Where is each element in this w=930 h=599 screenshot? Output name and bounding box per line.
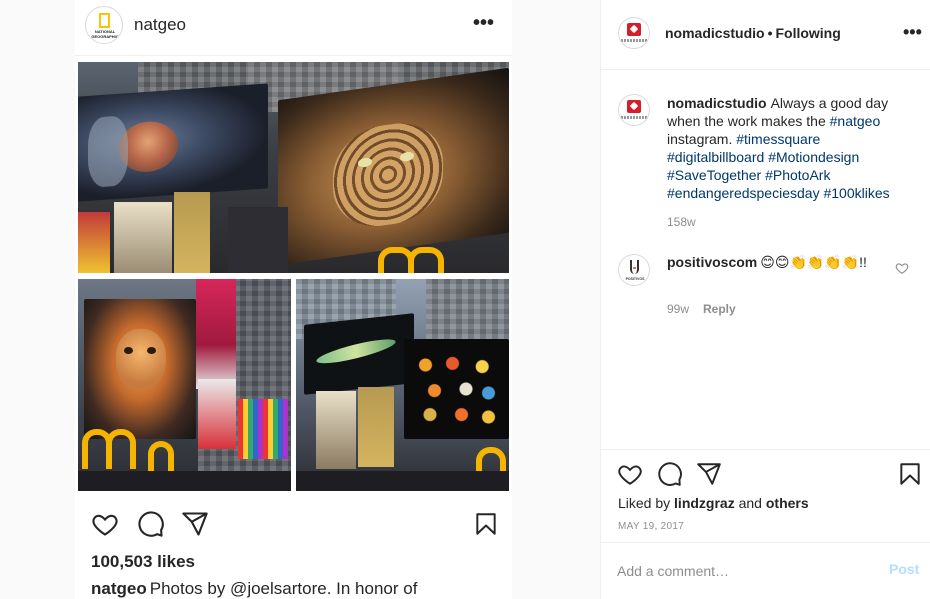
collage-tile-bottom-left xyxy=(78,279,291,491)
liked-by-and: and xyxy=(738,495,762,511)
caption-avatar[interactable] xyxy=(618,94,650,126)
comment-timestamp[interactable]: 99w xyxy=(667,302,689,316)
nomadic-logo-text xyxy=(621,116,649,119)
hashtag-link[interactable]: #100klikes xyxy=(823,185,889,201)
embedded-comment-icon xyxy=(138,511,164,537)
leopard-cat-screen xyxy=(278,67,509,266)
post-media[interactable]: NATIONAL GEOGRAPHIC natgeo ••• 100,503 l… xyxy=(0,0,600,599)
embedded-username: natgeo xyxy=(134,15,186,34)
liked-by-others-link[interactable]: others xyxy=(766,495,809,511)
caption-text: nomadicstudio Always a good day when the … xyxy=(667,94,917,202)
liked-by-line: Liked by lindzgraz and others xyxy=(618,495,809,511)
poster-left xyxy=(78,212,110,273)
dark-sign xyxy=(228,207,288,273)
monkey-screen xyxy=(78,83,268,202)
poster-bronx-tale-title xyxy=(358,387,394,467)
mcdonalds-arch xyxy=(106,429,136,469)
embedded-bookmark-icon xyxy=(476,513,496,535)
hashtag-link[interactable]: #endangeredspeciesday xyxy=(667,185,820,201)
pink-billboard xyxy=(196,279,236,389)
comment-like-heart-icon[interactable] xyxy=(895,261,909,275)
embedded-action-bar xyxy=(75,505,512,545)
comment-text: positivoscom 😊😊👏👏👏👏!! xyxy=(667,253,887,271)
natgeo-logo-text: NATIONAL GEOGRAPHIC xyxy=(91,29,119,39)
natgeo-logo-icon xyxy=(99,13,110,28)
comment-icon[interactable] xyxy=(657,461,683,487)
hashtag-link[interactable]: #digitalbillboard xyxy=(667,149,764,165)
embedded-heart-icon xyxy=(92,514,118,536)
positivos-logo-text: POSITIVOS xyxy=(625,277,645,281)
liked-by-prefix: Liked by xyxy=(618,495,671,511)
following-button[interactable]: Following xyxy=(775,25,840,41)
express-sign xyxy=(198,379,236,449)
hashtag-link[interactable]: #timessquare xyxy=(736,131,820,147)
nomadic-logo-icon xyxy=(627,100,641,113)
post-date[interactable]: MAY 19, 2017 xyxy=(618,521,684,532)
embedded-share-icon xyxy=(182,512,208,536)
commenter-avatar[interactable]: POSITIVOS xyxy=(618,254,650,286)
collage-tile-bottom-right xyxy=(296,279,509,491)
leopard-cat-face xyxy=(333,117,443,233)
colorful-banner xyxy=(238,399,288,459)
add-comment-section: Post xyxy=(601,542,930,599)
poster-bronx-tale-portrait xyxy=(114,202,172,273)
positivos-logo-icon xyxy=(630,260,639,274)
comment-body: 😊😊👏👏👏👏!! xyxy=(760,254,867,270)
langur-screen xyxy=(84,299,196,439)
comment-meta: 99w Reply xyxy=(667,302,736,316)
author-username-link[interactable]: nomadicstudio xyxy=(665,25,765,41)
nomadic-logo-text xyxy=(621,39,649,42)
street-level xyxy=(296,471,509,491)
add-comment-input[interactable] xyxy=(617,557,877,585)
lizard-screen xyxy=(304,313,414,395)
hashtag-link[interactable]: #Motiondesign xyxy=(768,149,859,165)
hashtag-link[interactable]: #PhotoArk xyxy=(765,167,830,183)
natgeo-avatar: NATIONAL GEOGRAPHIC xyxy=(85,6,123,44)
langur-eye xyxy=(124,347,133,354)
author-avatar[interactable] xyxy=(618,17,650,49)
embedded-likes-count: 100,503 likes xyxy=(91,552,195,571)
header-separator: • xyxy=(767,25,773,41)
lizard-body xyxy=(315,334,397,368)
action-bar: Liked by lindzgraz and others MAY 19, 20… xyxy=(601,449,930,542)
embedded-caption-user: natgeo xyxy=(91,579,147,598)
collage-tile-top xyxy=(78,62,509,273)
liked-by-user-link[interactable]: lindzgraz xyxy=(674,495,735,511)
street-level xyxy=(78,471,291,491)
embedded-more-icon: ••• xyxy=(473,12,495,34)
like-heart-icon[interactable] xyxy=(617,461,643,487)
share-icon[interactable] xyxy=(696,461,722,487)
hashtag-link[interactable]: #natgeo xyxy=(830,113,881,129)
post-comment-button[interactable]: Post xyxy=(889,561,919,577)
langur-eye xyxy=(147,347,156,354)
langur-face xyxy=(116,329,166,389)
post-header: nomadicstudio • Following ••• xyxy=(601,0,930,70)
caption-username-link[interactable]: nomadicstudio xyxy=(667,95,767,111)
embedded-post-header: NATIONAL GEOGRAPHIC natgeo ••• xyxy=(75,0,512,56)
monkey-fur xyxy=(88,115,128,188)
more-options-icon[interactable]: ••• xyxy=(903,22,922,43)
mcdonalds-arch xyxy=(148,441,174,475)
embedded-post-image: NATIONAL GEOGRAPHIC natgeo ••• 100,503 l… xyxy=(75,0,512,599)
reply-button[interactable]: Reply xyxy=(703,302,736,316)
nomadic-logo-icon xyxy=(627,23,641,36)
caption-text-segment: instagram. xyxy=(667,131,737,147)
billboard-collage xyxy=(78,62,509,492)
caption-timestamp[interactable]: 158w xyxy=(667,215,696,229)
butterfly-grid xyxy=(412,349,502,429)
poster-bronx-tale-portrait xyxy=(316,391,356,469)
embedded-caption: natgeo Photos by @joelsartore. In honor o… xyxy=(91,579,417,599)
commenter-username-link[interactable]: positivoscom xyxy=(667,254,757,270)
embedded-caption-text: Photos by @joelsartore. In honor of xyxy=(149,579,418,598)
post-sidebar: nomadicstudio • Following ••• nomadicstudi… xyxy=(600,0,930,599)
header-user-line: nomadicstudio • Following xyxy=(665,25,841,41)
mcdonalds-arch xyxy=(408,247,444,273)
poster-bronx-tale-title xyxy=(174,192,210,273)
save-bookmark-icon[interactable] xyxy=(897,461,923,487)
butterfly-screen xyxy=(404,339,509,439)
hashtag-link[interactable]: #SaveTogether xyxy=(667,167,761,183)
